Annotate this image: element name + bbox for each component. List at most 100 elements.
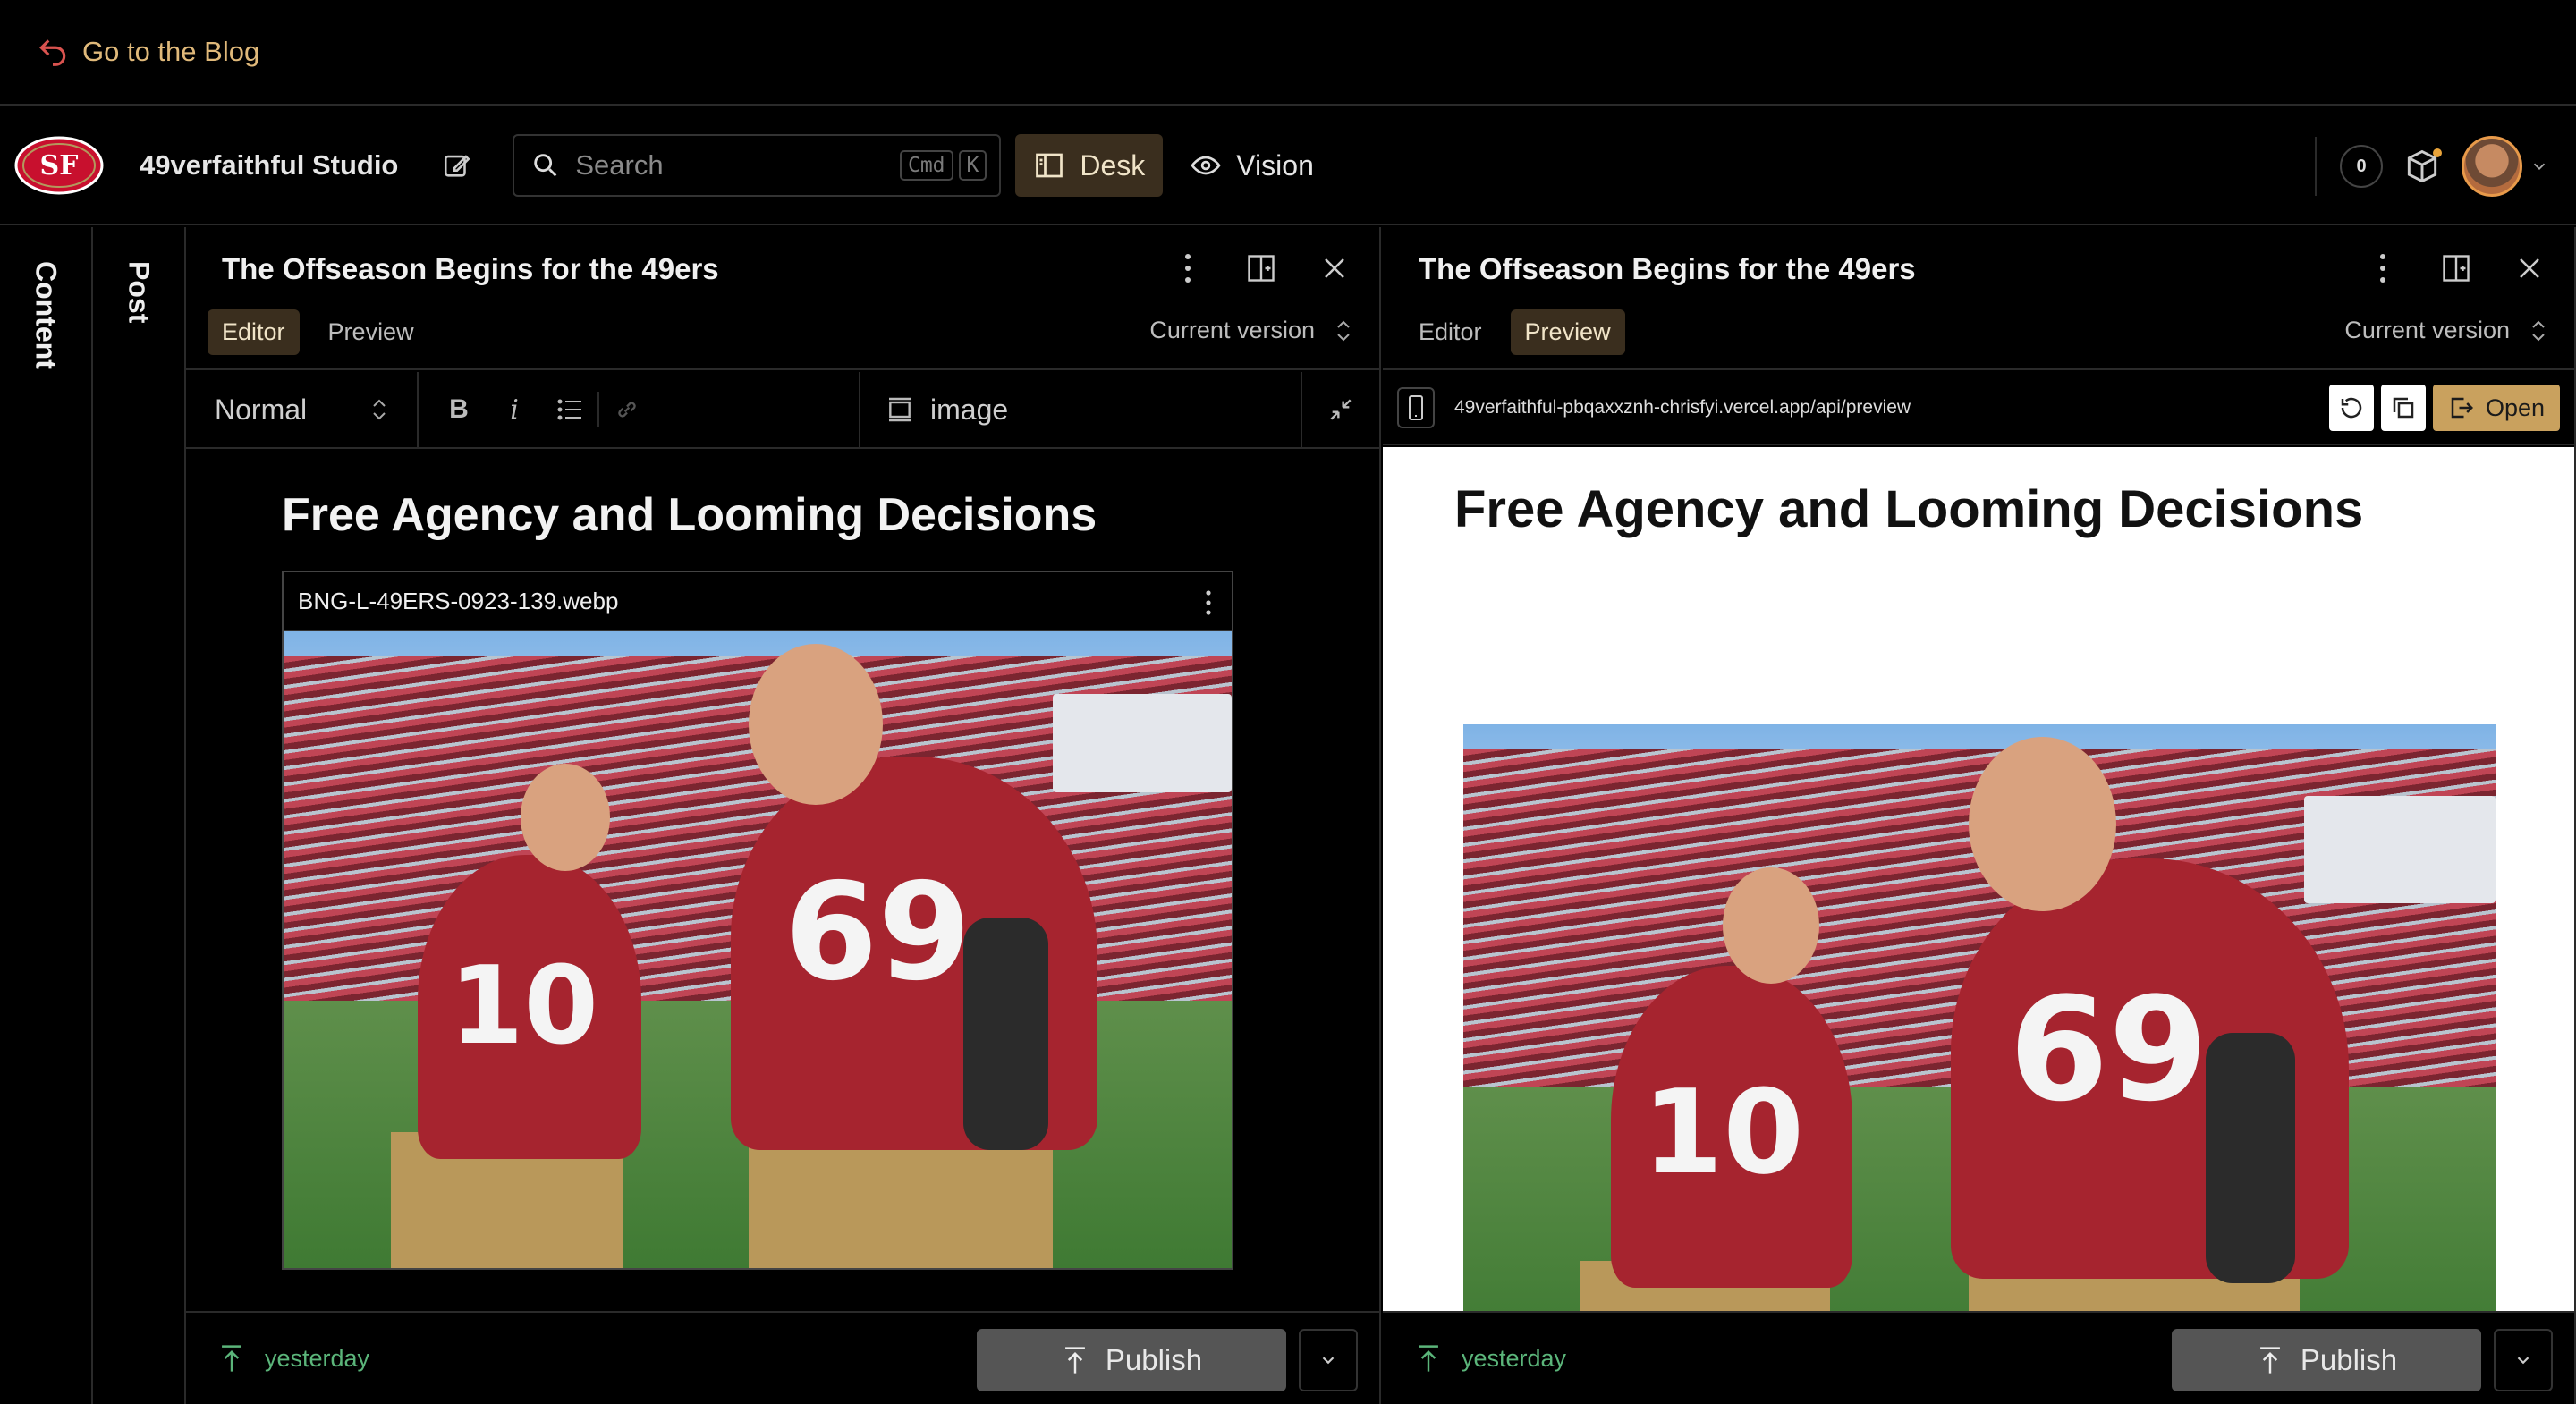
bold-button[interactable]: B xyxy=(431,394,487,425)
go-to-blog-link[interactable]: Go to the Blog xyxy=(36,35,259,69)
editor-toolbar: Normal B i image xyxy=(186,372,1379,449)
version-label: Current version xyxy=(2344,317,2510,343)
chevron-updown-icon xyxy=(2532,320,2545,341)
chevron-down-icon xyxy=(2517,1357,2529,1365)
search-input[interactable]: Search Cmd K xyxy=(513,134,1002,197)
link-icon[interactable] xyxy=(599,397,655,422)
version-label: Current version xyxy=(1149,317,1315,343)
photo-arm-sleeve xyxy=(963,918,1048,1150)
desk-icon xyxy=(1036,153,1063,178)
photo-number-left: 10 xyxy=(449,944,598,1069)
copy-icon[interactable] xyxy=(2381,385,2426,431)
image-block[interactable]: BNG-L-49ERS-0923-139.webp 10 69 xyxy=(282,571,1233,1270)
svg-text:SF: SF xyxy=(40,150,79,182)
chevron-updown-icon xyxy=(1337,320,1350,341)
mobile-device-icon[interactable] xyxy=(1397,387,1435,428)
photo-number-right: 69 xyxy=(2009,966,2208,1133)
status-time: yesterday xyxy=(265,1344,370,1372)
photo-head-right xyxy=(1969,737,2116,911)
publish-button[interactable]: Publish xyxy=(977,1329,1286,1391)
publish-icon xyxy=(2259,1347,2280,1374)
publish-icon xyxy=(1064,1347,1085,1374)
reload-icon[interactable] xyxy=(2329,385,2374,431)
document-title: The Offseason Begins for the 49ers xyxy=(1419,252,1916,285)
vision-label: Vision xyxy=(1236,148,1314,182)
content-strip[interactable]: Content xyxy=(0,227,93,1404)
bullet-list-icon[interactable] xyxy=(542,398,597,421)
content-label: Content xyxy=(30,261,63,369)
image-filename-bar: BNG-L-49ERS-0923-139.webp xyxy=(284,572,1232,631)
pane-header: The Offseason Begins for the 49ers Edito… xyxy=(1383,227,2574,370)
photo-head-left xyxy=(1723,867,1819,984)
sf-logo[interactable]: SF xyxy=(14,136,104,195)
text-style-select[interactable]: Normal xyxy=(186,372,419,447)
studio-title[interactable]: 49verfaithful Studio xyxy=(140,149,398,182)
divider xyxy=(2315,137,2317,196)
preview-url[interactable]: 49verfaithful-pbqaxxznh-chrisfyi.vercel.… xyxy=(1454,397,1911,419)
compose-icon[interactable] xyxy=(439,148,475,183)
publish-button[interactable]: Publish xyxy=(2172,1329,2481,1391)
document-footer: yesterday Publish xyxy=(186,1311,1379,1404)
photo-scoreboard xyxy=(1053,694,1232,792)
publish-label: Publish xyxy=(2300,1343,2398,1376)
package-icon[interactable] xyxy=(2402,147,2442,186)
photo-number-left: 10 xyxy=(1642,1064,1804,1200)
chevron-down-icon xyxy=(1322,1357,1335,1365)
italic-button[interactable]: i xyxy=(487,394,542,426)
external-open-icon xyxy=(2451,397,2473,419)
close-icon[interactable] xyxy=(1317,250,1352,286)
preview-url-bar: 49verfaithful-pbqaxxznh-chrisfyi.vercel.… xyxy=(1383,372,2574,445)
more-vertical-icon[interactable] xyxy=(1170,250,1206,286)
search-icon xyxy=(534,154,557,177)
open-preview-button[interactable]: Open xyxy=(2433,385,2560,431)
more-vertical-icon[interactable] xyxy=(1205,590,1212,622)
player-photo: 10 69 xyxy=(284,631,1232,1268)
navbar-right: 0 xyxy=(2315,107,2549,225)
more-vertical-icon[interactable] xyxy=(2365,250,2401,286)
desk-label: Desk xyxy=(1080,148,1146,182)
editor-body[interactable]: Free Agency and Looming Decisions BNG-L-… xyxy=(186,451,1379,1270)
chevron-down-icon[interactable] xyxy=(2529,156,2549,176)
preview-frame[interactable]: Free Agency and Looming Decisions 10 69 xyxy=(1383,447,2574,1313)
insert-image-button[interactable]: image xyxy=(859,372,1008,447)
document-footer: yesterday Publish xyxy=(1383,1311,2574,1404)
pane-header: The Offseason Begins for the 49ers Edito… xyxy=(186,227,1379,370)
desk-tool-button[interactable]: Desk xyxy=(1015,134,1164,197)
collapse-icon[interactable] xyxy=(1301,372,1379,447)
published-arrow-icon xyxy=(1419,1345,1438,1372)
post-strip[interactable]: Post xyxy=(93,227,186,1404)
document-title: The Offseason Begins for the 49ers xyxy=(222,252,719,285)
tab-editor[interactable]: Editor xyxy=(1404,309,1496,355)
tab-preview[interactable]: Preview xyxy=(1510,309,1625,355)
blog-bar: Go to the Blog xyxy=(0,0,2576,106)
publish-status: yesterday xyxy=(218,1343,369,1374)
preview-player-photo: 10 69 xyxy=(1463,724,2496,1313)
version-selector[interactable]: Current version xyxy=(2344,317,2547,344)
preview-heading: Free Agency and Looming Decisions xyxy=(1454,480,2364,538)
photo-arm-sleeve xyxy=(2206,1033,2295,1283)
back-arrow-icon xyxy=(39,39,66,66)
insert-image-label: image xyxy=(930,393,1009,426)
search-placeholder: Search xyxy=(575,149,664,181)
publish-menu-button[interactable] xyxy=(2494,1329,2553,1391)
editor-pane: The Offseason Begins for the 49ers Edito… xyxy=(186,227,1381,1404)
close-icon[interactable] xyxy=(2512,250,2547,286)
text-style-value: Normal xyxy=(215,393,308,426)
notification-badge[interactable]: 0 xyxy=(2340,145,2383,188)
photo-scoreboard xyxy=(2304,796,2496,903)
publish-status: yesterday xyxy=(1415,1343,1566,1374)
publish-menu-button[interactable] xyxy=(1299,1329,1358,1391)
editor-heading[interactable]: Free Agency and Looming Decisions xyxy=(282,488,1097,542)
user-avatar[interactable] xyxy=(2462,136,2522,197)
tab-editor[interactable]: Editor xyxy=(208,309,300,355)
tab-preview[interactable]: Preview xyxy=(314,309,428,355)
image-filename: BNG-L-49ERS-0923-139.webp xyxy=(298,587,619,614)
split-pane-icon[interactable] xyxy=(1243,250,1279,286)
version-selector[interactable]: Current version xyxy=(1149,317,1352,344)
vision-tool-button[interactable]: Vision xyxy=(1172,134,1332,197)
post-label: Post xyxy=(123,261,156,324)
split-pane-icon[interactable] xyxy=(2438,250,2474,286)
photo-head-left xyxy=(521,764,610,871)
kbd-k: K xyxy=(958,150,987,181)
studio-navbar: SF 49verfaithful Studio Search Cmd K Des… xyxy=(0,107,2576,225)
